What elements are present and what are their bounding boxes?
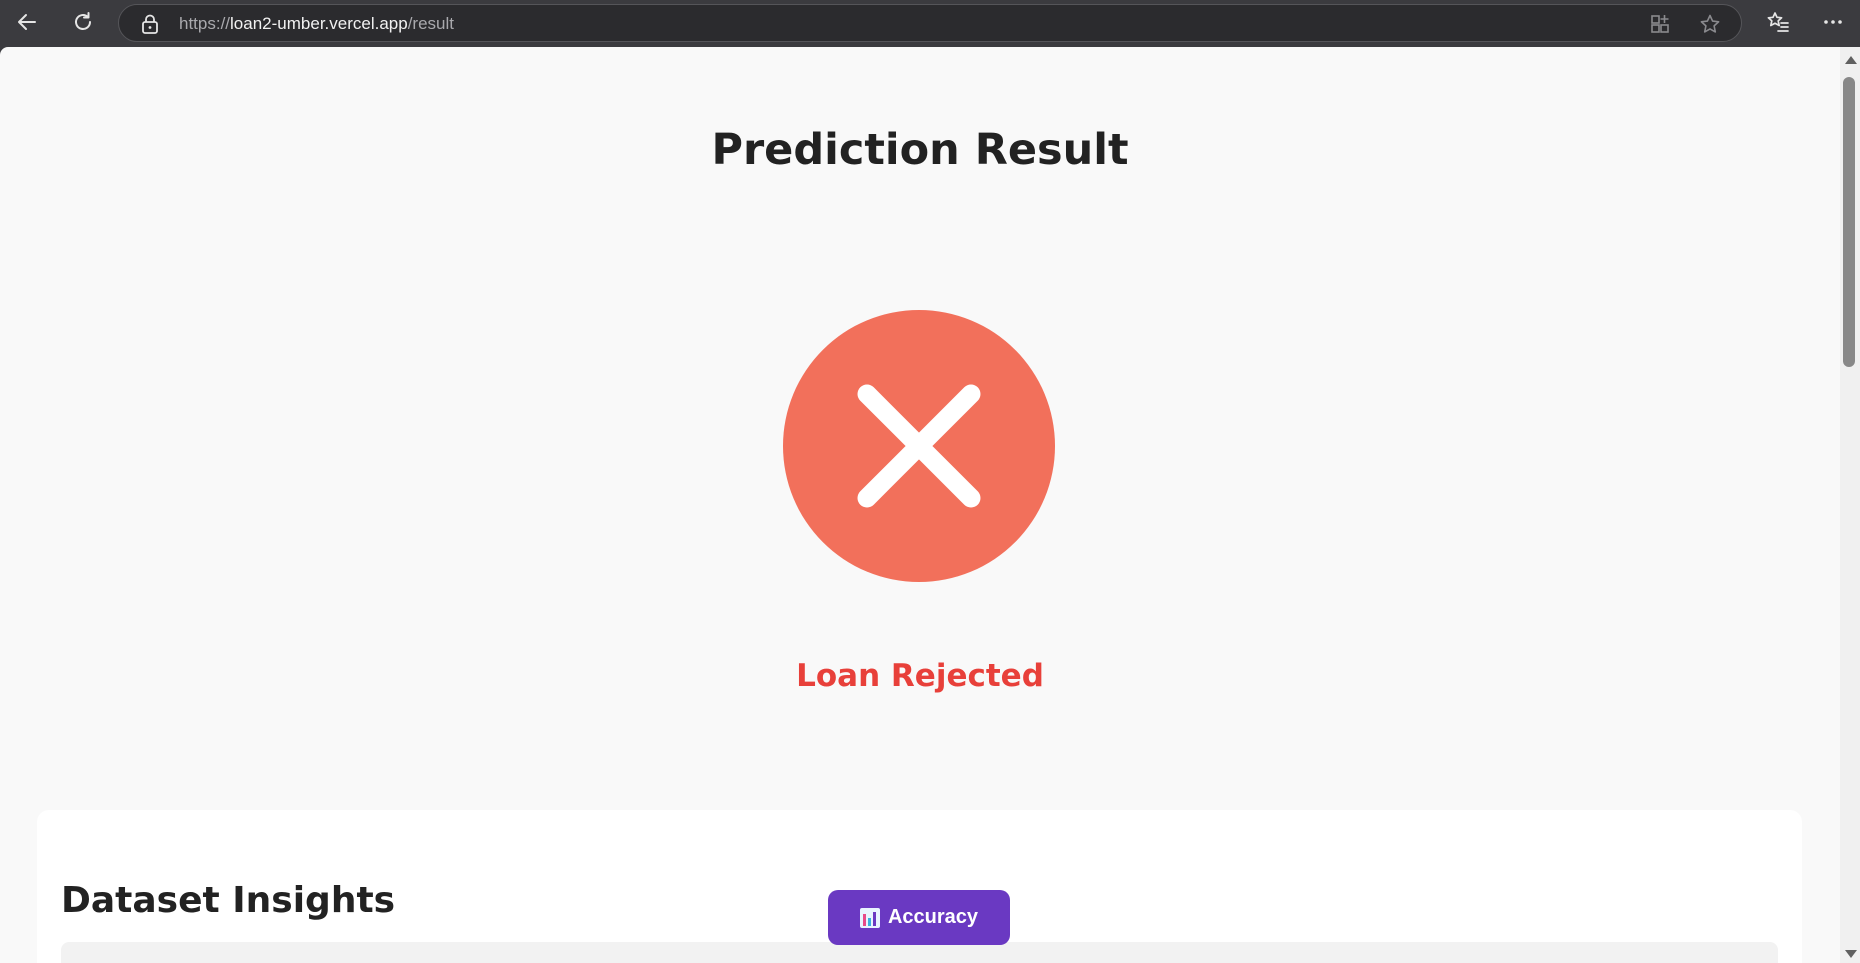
close-icon [857,384,981,508]
url-host: loan2-umber.vercel.app [230,14,408,33]
insights-content-panel [61,942,1778,963]
page-viewport: Prediction Result Loan Rejected Dataset … [0,47,1840,963]
rejected-status-icon [783,310,1055,582]
scroll-up-arrow-icon[interactable] [1845,56,1857,64]
url-path: /result [407,14,454,33]
scroll-down-arrow-icon[interactable] [1845,950,1857,958]
section-title: Dataset Insights [61,880,396,921]
favorite-star-icon[interactable] [1699,13,1721,35]
accuracy-button-label: Accuracy [887,906,979,928]
address-bar[interactable]: https://loan2-umber.vercel.app/result [118,4,1742,42]
accuracy-button[interactable]: Accuracy [828,890,1010,945]
url-scheme: https:// [179,14,231,33]
page-title: Prediction Result [711,125,1129,175]
arrow-left-icon [18,14,36,30]
bar-chart-icon [859,907,880,928]
lock-icon [142,14,158,34]
back-button[interactable] [9,4,45,40]
refresh-icon [75,12,91,30]
browser-toolbar: https://loan2-umber.vercel.app/result [0,0,1860,47]
url-text: https://loan2-umber.vercel.app/result [179,14,454,34]
more-horizontal-icon [1824,20,1842,24]
scrollbar-thumb[interactable] [1843,77,1855,367]
app-available-icon[interactable] [1649,13,1671,35]
result-status-text: Loan Rejected [796,658,1044,694]
favorites-button[interactable] [1760,4,1796,40]
reload-button[interactable] [65,4,101,40]
favorites-list-icon [1767,12,1789,32]
settings-more-button[interactable] [1815,4,1851,40]
